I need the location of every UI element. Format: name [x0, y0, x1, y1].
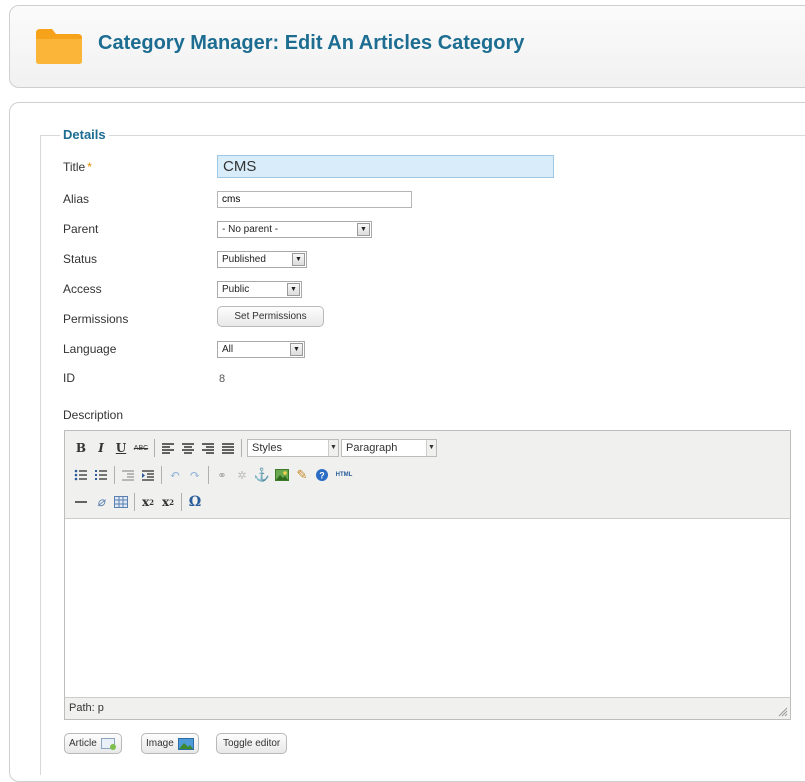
access-label: Access — [63, 282, 102, 296]
toggle-editor-button-label: Toggle editor — [223, 738, 281, 749]
chevron-down-icon: ▼ — [328, 440, 338, 456]
html-icon[interactable]: HTML — [332, 465, 356, 485]
underline-icon[interactable]: U — [111, 438, 131, 458]
toolbar-separator — [181, 493, 182, 511]
title-label: Title * — [63, 160, 92, 174]
toolbar-separator — [114, 466, 115, 484]
status-label: Status — [63, 252, 98, 266]
bullet-list-icon[interactable] — [71, 465, 91, 485]
align-right-icon[interactable] — [198, 438, 218, 458]
access-select[interactable]: Public ▼ — [217, 281, 302, 298]
toolbar-separator — [241, 439, 242, 457]
image-icon[interactable] — [272, 465, 292, 485]
resize-grip-icon[interactable] — [778, 707, 788, 717]
help-icon[interactable]: ? — [312, 465, 332, 485]
language-select[interactable]: All ▼ — [217, 341, 305, 358]
status-select-value: Published — [222, 254, 266, 265]
folder-icon — [34, 25, 84, 65]
details-legend: Details — [60, 127, 109, 142]
access-select-value: Public — [222, 284, 250, 295]
styles-select-value: Styles — [252, 442, 282, 454]
id-value: 8 — [219, 373, 226, 385]
numbered-list-icon[interactable] — [91, 465, 111, 485]
status-path: Path: p — [69, 702, 104, 714]
special-char-icon[interactable]: Ω — [185, 492, 205, 512]
cleanup-icon[interactable]: ✎ — [292, 465, 312, 485]
image-icon — [177, 737, 194, 750]
toggle-editor-button[interactable]: Toggle editor — [216, 733, 288, 754]
redo-icon[interactable]: ↷ — [185, 465, 205, 485]
parent-select-value: - No parent - — [222, 224, 279, 235]
language-select-value: All — [222, 344, 234, 355]
article-icon — [100, 737, 116, 750]
superscript-icon[interactable]: x2 — [158, 492, 178, 512]
image-button-label: Image — [146, 738, 174, 749]
editor-toolbar: B I U ABC Styles ▼ Paragraph ▼ ↶ ↷ ⚭ ✲ ⚓… — [65, 431, 790, 519]
table-icon[interactable] — [111, 492, 131, 512]
editor-statusbar: Path: p — [65, 697, 790, 719]
rich-text-editor[interactable]: B I U ABC Styles ▼ Paragraph ▼ ↶ ↷ ⚭ ✲ ⚓… — [64, 430, 791, 720]
title-input[interactable] — [217, 155, 554, 178]
article-button-label: Article — [69, 738, 97, 749]
undo-icon[interactable]: ↶ — [165, 465, 185, 485]
remove-format-icon[interactable]: ⌀ — [91, 492, 111, 512]
align-justify-icon[interactable] — [218, 438, 238, 458]
article-button[interactable]: Article — [64, 733, 122, 754]
toolbar-row-2: ↶ ↷ ⚭ ✲ ⚓ ✎ ? HTML — [71, 464, 356, 486]
align-left-icon[interactable] — [158, 438, 178, 458]
toolbar-separator — [154, 439, 155, 457]
toolbar-row-1: B I U ABC Styles ▼ Paragraph ▼ — [71, 437, 437, 459]
image-button[interactable]: Image — [141, 733, 199, 754]
description-label: Description — [63, 408, 124, 422]
set-permissions-button[interactable]: Set Permissions — [217, 306, 324, 327]
horizontal-rule-icon[interactable] — [71, 492, 91, 512]
toolbar-row-3: ⌀ x2 x2 Ω — [71, 491, 205, 513]
bold-icon[interactable]: B — [71, 438, 91, 458]
status-select[interactable]: Published ▼ — [217, 251, 307, 268]
chevron-down-icon: ▼ — [287, 283, 300, 296]
language-label: Language — [63, 342, 117, 356]
format-select-value: Paragraph — [346, 442, 398, 454]
toolbar-separator — [208, 466, 209, 484]
title-label-text: Title — [63, 160, 86, 174]
chevron-down-icon: ▼ — [426, 440, 436, 456]
id-label: ID — [63, 371, 75, 385]
format-select[interactable]: Paragraph ▼ — [341, 439, 437, 457]
alias-input[interactable] — [217, 191, 412, 208]
editor-content-area[interactable] — [65, 519, 790, 699]
outdent-icon[interactable] — [118, 465, 138, 485]
chevron-down-icon: ▼ — [357, 223, 370, 236]
unlink-icon[interactable]: ✲ — [232, 465, 252, 485]
align-center-icon[interactable] — [178, 438, 198, 458]
strikethrough-icon[interactable]: ABC — [131, 438, 151, 458]
chevron-down-icon: ▼ — [290, 343, 303, 356]
anchor-icon[interactable]: ⚓ — [252, 465, 272, 485]
parent-label: Parent — [63, 222, 99, 236]
html-label: HTML — [335, 472, 353, 478]
styles-select[interactable]: Styles ▼ — [247, 439, 339, 457]
toolbar-separator — [134, 493, 135, 511]
italic-icon[interactable]: I — [91, 438, 111, 458]
indent-icon[interactable] — [138, 465, 158, 485]
alias-label: Alias — [63, 192, 90, 206]
subscript-icon[interactable]: x2 — [138, 492, 158, 512]
required-mark: * — [87, 160, 92, 174]
svg-text:?: ? — [319, 471, 325, 481]
link-icon[interactable]: ⚭ — [212, 465, 232, 485]
parent-select[interactable]: - No parent - ▼ — [217, 221, 372, 238]
page-title: Category Manager: Edit An Articles Categ… — [98, 32, 525, 54]
chevron-down-icon: ▼ — [292, 253, 305, 266]
toolbar-separator — [161, 466, 162, 484]
permissions-label: Permissions — [63, 312, 129, 326]
